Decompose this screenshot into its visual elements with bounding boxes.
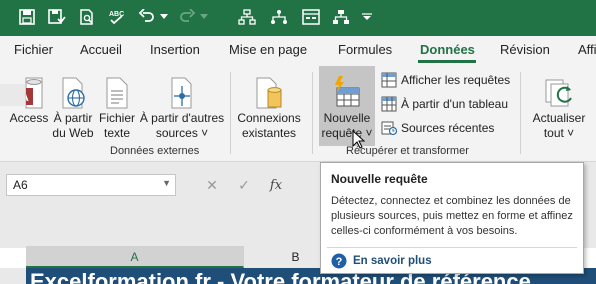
name-box[interactable]: A6 ▼ [6, 174, 176, 196]
row-header[interactable] [0, 268, 26, 284]
refresh-label-1: Actualiser [532, 111, 586, 125]
text-file-label-1: Fichier [98, 111, 135, 125]
column-header-a[interactable]: A [26, 246, 244, 268]
ribbon-tabs: Fichier Accueil Insertion Mise en page F… [0, 36, 596, 66]
refresh-label-2: tout ˅ [543, 126, 575, 140]
tab-affichage[interactable]: Affi [578, 42, 596, 57]
recent-sources-button[interactable]: Sources récentes [380, 117, 494, 139]
learn-more-label: En savoir plus [353, 255, 432, 267]
existing-connections-button[interactable]: Connexions existantes [234, 66, 304, 146]
tab-insertion[interactable]: Insertion [150, 42, 200, 57]
learn-more-link[interactable]: ? En savoir plus [331, 253, 432, 269]
new-query-label-1: Nouvelle [323, 111, 371, 125]
tab-accueil[interactable]: Accueil [80, 42, 122, 57]
redo-icon[interactable] [176, 6, 198, 28]
redo-dropdown-icon[interactable] [198, 6, 210, 28]
hierarchy-icon[interactable] [268, 6, 290, 28]
ribbon-separator [312, 72, 313, 154]
group-label-external-data: Données externes [110, 145, 200, 157]
connections-label-2: existantes [241, 126, 297, 140]
undo-icon[interactable] [136, 6, 158, 28]
other-sources-label-1: À partir d'autres [139, 111, 225, 125]
text-file-icon [98, 70, 136, 110]
tooltip-divider [327, 247, 577, 248]
other-sources-label-2: sources ˅ [155, 126, 209, 140]
select-all-corner[interactable] [0, 84, 26, 106]
customize-dropdown-icon[interactable] [360, 6, 374, 28]
other-sources-icon [163, 70, 201, 110]
svg-text:?: ? [336, 256, 343, 268]
from-web-label-1: À partir [53, 111, 93, 125]
ribbon: A Access À partir du Web Fichier texte À… [0, 66, 596, 162]
insert-function-button[interactable]: fx [260, 178, 292, 193]
new-query-button[interactable]: Nouvelle requête ˅ [319, 66, 375, 146]
active-tab-indicator [418, 60, 476, 63]
ribbon-separator [520, 72, 521, 154]
access-label: Access [9, 111, 49, 125]
text-file-button[interactable]: Fichier texte [96, 66, 138, 146]
print-preview-icon[interactable] [76, 6, 98, 28]
mouse-cursor-icon [352, 130, 366, 149]
formula-buttons: ✕ ✓ fx [196, 174, 292, 196]
show-queries-label: Afficher les requêtes [401, 73, 511, 87]
access-button[interactable]: A Access [8, 66, 50, 146]
refresh-all-button[interactable]: Actualiser tout ˅ [526, 66, 592, 146]
from-table-icon [380, 95, 398, 113]
from-table-button[interactable]: À partir d'un tableau [380, 93, 508, 115]
undo-dropdown-icon[interactable] [158, 6, 170, 28]
from-web-button[interactable]: À partir du Web [50, 66, 96, 146]
cancel-icon[interactable]: ✕ [196, 177, 228, 194]
tab-mise-en-page[interactable]: Mise en page [229, 42, 307, 57]
tab-donnees[interactable]: Données [420, 42, 475, 57]
chevron-down-icon[interactable]: ▼ [162, 178, 171, 188]
form-icon[interactable] [300, 6, 322, 28]
quick-access-toolbar: ABC [0, 0, 596, 36]
save-online-icon[interactable] [46, 6, 68, 28]
save-icon[interactable] [16, 6, 38, 28]
confirm-icon[interactable]: ✓ [228, 177, 260, 194]
other-sources-button[interactable]: À partir d'autres sources ˅ [138, 66, 226, 146]
tab-revision[interactable]: Révision [500, 42, 550, 57]
new-query-tooltip: Nouvelle requête Détectez, connectez et … [320, 162, 584, 274]
name-box-value: A6 [13, 178, 28, 192]
show-queries-icon [380, 71, 398, 89]
ribbon-separator [230, 72, 231, 154]
help-icon: ? [331, 253, 347, 269]
refresh-icon [540, 70, 578, 110]
spelling-icon[interactable]: ABC [106, 6, 128, 28]
web-icon [54, 70, 92, 110]
recent-sources-label: Sources récentes [401, 121, 495, 135]
tooltip-title: Nouvelle requête [331, 172, 428, 186]
text-file-label-2: texte [103, 126, 130, 140]
tab-formules[interactable]: Formules [338, 42, 392, 57]
from-table-label: À partir d'un tableau [401, 97, 509, 111]
tab-fichier[interactable]: Fichier [14, 42, 53, 57]
new-query-icon [328, 70, 366, 110]
from-web-label-2: du Web [52, 126, 94, 140]
recent-sources-icon [380, 119, 398, 137]
show-queries-button[interactable]: Afficher les requêtes [380, 69, 510, 91]
tooltip-body: Détectez, connectez et combinez les donn… [331, 195, 573, 237]
network-icon[interactable] [330, 6, 352, 28]
connections-icon [250, 70, 288, 110]
org-chart-icon[interactable] [236, 6, 258, 28]
connections-label-1: Connexions [237, 111, 301, 125]
